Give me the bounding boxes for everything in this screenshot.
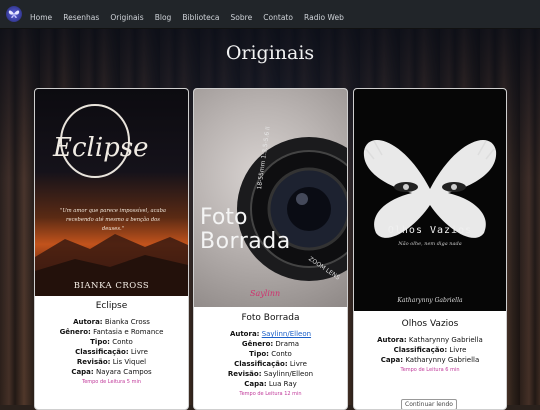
book-card-eclipse[interactable]: Eclipse "Um amor que parece impossível, … — [34, 88, 189, 410]
nav-menu: Home Resenhas Originais Blog Biblioteca … — [30, 5, 350, 24]
book-cover-eclipse[interactable]: Eclipse "Um amor que parece impossível, … — [35, 89, 188, 296]
book-cover-foto-borrada[interactable]: Foto Borrada 18-55mm 1:3.5-5.6 II ZOOM L… — [194, 89, 347, 307]
genre-row: Gênero: Fantasia e Romance — [59, 328, 164, 336]
card-title[interactable]: Foto Borrada — [194, 313, 347, 323]
card-title[interactable]: Eclipse — [35, 301, 188, 311]
nav-home[interactable]: Home — [30, 13, 52, 22]
author-row: Autora: Bianka Cross — [73, 318, 150, 326]
genre-row: Gênero: Drama — [241, 340, 300, 348]
nav-biblioteca[interactable]: Biblioteca — [182, 13, 219, 22]
author-row: Autora: Saylinn/Elleon — [229, 330, 312, 338]
type-row: Tipo: Conto — [90, 338, 133, 346]
cover-row: Capa: Nayara Campos — [71, 368, 152, 376]
cover-title: Eclipse — [53, 133, 149, 163]
author-link[interactable]: Saylinn/Elleon — [262, 330, 311, 338]
rating-row: Classificação: Livre — [393, 346, 467, 354]
book-cover-olhos-vazios[interactable]: Olhos Vazios Não olhe, nem diga nada Kat… — [354, 89, 506, 311]
cover-signature: Saylinn — [250, 289, 281, 298]
rating-row: Classificação: Livre — [75, 348, 148, 356]
nav-blog[interactable]: Blog — [155, 13, 172, 22]
cover-row: Capa: Katharynny Gabriella — [380, 356, 480, 364]
cover-title-line-2: Borrada — [200, 229, 291, 254]
page-title: Originais — [225, 42, 315, 64]
reading-time: Tempo de Leitura 5 min — [81, 379, 141, 385]
nav-originais[interactable]: Originais — [110, 13, 143, 22]
nav-radio-web[interactable]: Radio Web — [304, 13, 344, 22]
nav-contato[interactable]: Contato — [263, 13, 293, 22]
cover-title-line-1: Foto — [200, 205, 248, 230]
card-title[interactable]: Olhos Vazios — [354, 319, 506, 329]
cover-author: Katharynny Gabriella — [397, 297, 463, 304]
top-navbar: Home Resenhas Originais Blog Biblioteca … — [0, 0, 540, 29]
reading-time: Tempo de Leitura 12 min — [239, 391, 302, 397]
cover-subtitle: Não olhe, nem diga nada — [398, 241, 462, 247]
author-row: Autora: Katharynny Gabriella — [377, 336, 483, 344]
revision-row: Revisão: Lis Viquel — [76, 358, 147, 366]
book-card-foto-borrada[interactable]: Foto Borrada 18-55mm 1:3.5-5.6 II ZOOM L… — [193, 88, 348, 410]
cover-title: Olhos Vazios — [387, 225, 473, 236]
cover-row: Capa: Lua Ray — [244, 380, 297, 388]
cover-quote: "Um amor que parece impossível, acaba re… — [59, 208, 167, 232]
nav-sobre[interactable]: Sobre — [231, 13, 253, 22]
butterfly-logo-icon[interactable] — [6, 6, 22, 22]
cover-author: BIANKA CROSS — [73, 281, 150, 291]
revision-row: Revisão: Saylinn/Elleon — [227, 370, 314, 378]
type-row: Tipo: Conto — [249, 350, 292, 358]
reading-time: Tempo de Leitura 6 min — [400, 367, 460, 373]
book-card-olhos-vazios[interactable]: Olhos Vazios Não olhe, nem diga nada Kat… — [353, 88, 507, 410]
nav-resenhas[interactable]: Resenhas — [63, 13, 99, 22]
rating-row: Classificação: Livre — [234, 360, 307, 368]
